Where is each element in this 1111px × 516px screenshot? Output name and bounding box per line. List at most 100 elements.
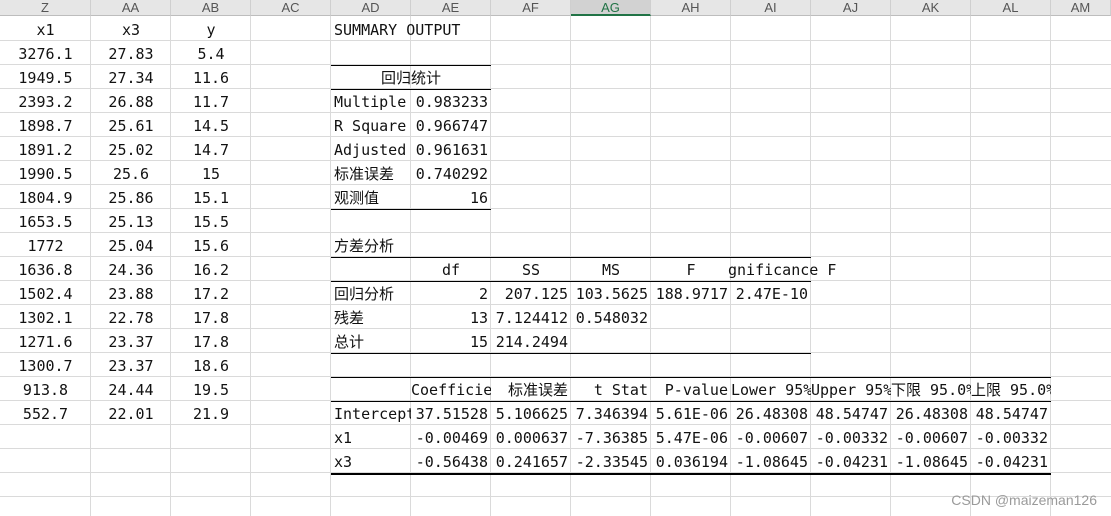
- data-cell[interactable]: 14.7: [171, 138, 251, 162]
- data-cell[interactable]: 913.8: [0, 378, 91, 402]
- column-header-ae[interactable]: AE: [411, 0, 491, 16]
- coef-header-cell[interactable]: [331, 378, 411, 402]
- coef-row-label[interactable]: Intercept: [331, 402, 411, 426]
- data-cell[interactable]: 25.02: [91, 138, 171, 162]
- column-header-ak[interactable]: AK: [891, 0, 971, 16]
- regression-stat-value[interactable]: 0.966747: [411, 114, 491, 138]
- data-cell[interactable]: 1302.1: [0, 306, 91, 330]
- data-cell[interactable]: 1636.8: [0, 258, 91, 282]
- data-header-cell[interactable]: y: [171, 18, 251, 42]
- coef-value[interactable]: -7.36385: [571, 426, 651, 450]
- coef-value[interactable]: -0.00332: [811, 426, 891, 450]
- anova-header-cell[interactable]: gnificance F: [725, 258, 845, 282]
- coef-value[interactable]: 48.54747: [971, 402, 1051, 426]
- coef-value[interactable]: -0.00469: [411, 426, 491, 450]
- coef-value[interactable]: -0.56438: [411, 450, 491, 474]
- data-cell[interactable]: 24.44: [91, 378, 171, 402]
- data-cell[interactable]: 3276.1: [0, 42, 91, 66]
- data-cell[interactable]: 23.37: [91, 354, 171, 378]
- regression-stat-label[interactable]: Multiple: [331, 90, 411, 114]
- anova-row-label[interactable]: 回归分析: [331, 282, 411, 306]
- regression-stat-label[interactable]: Adjusted: [331, 138, 411, 162]
- coef-value[interactable]: 0.036194: [651, 450, 731, 474]
- regression-stat-label[interactable]: 观测值: [331, 186, 411, 210]
- coef-value[interactable]: -0.00607: [891, 426, 971, 450]
- data-cell[interactable]: 14.5: [171, 114, 251, 138]
- coef-header-cell[interactable]: 上限 95.0%: [971, 378, 1051, 402]
- coef-value[interactable]: 5.61E-06: [651, 402, 731, 426]
- data-cell[interactable]: 22.01: [91, 402, 171, 426]
- data-header-cell[interactable]: x3: [91, 18, 171, 42]
- anova-value[interactable]: [651, 330, 731, 354]
- coef-header-cell[interactable]: Upper 95%: [811, 378, 891, 402]
- anova-value[interactable]: [731, 330, 811, 354]
- regression-stat-label[interactable]: R Square: [331, 114, 411, 138]
- data-cell[interactable]: 18.6: [171, 354, 251, 378]
- data-cell[interactable]: 2393.2: [0, 90, 91, 114]
- coef-value[interactable]: -0.00332: [971, 426, 1051, 450]
- anova-row-label[interactable]: 总计: [331, 330, 411, 354]
- column-header-z[interactable]: Z: [0, 0, 91, 16]
- data-cell[interactable]: 1653.5: [0, 210, 91, 234]
- anova-value[interactable]: 0.548032: [571, 306, 651, 330]
- anova-value[interactable]: 214.2494: [491, 330, 571, 354]
- column-header-ag[interactable]: AG: [571, 0, 651, 16]
- coef-header-cell[interactable]: Lower 95%: [731, 378, 811, 402]
- data-cell[interactable]: 25.6: [91, 162, 171, 186]
- column-header-af[interactable]: AF: [491, 0, 571, 16]
- coef-header-cell[interactable]: 下限 95.0%: [891, 378, 971, 402]
- anova-header-cell[interactable]: df: [411, 258, 491, 282]
- data-cell[interactable]: 1949.5: [0, 66, 91, 90]
- coef-value[interactable]: 26.48308: [891, 402, 971, 426]
- data-cell[interactable]: 1990.5: [0, 162, 91, 186]
- data-cell[interactable]: 1891.2: [0, 138, 91, 162]
- column-header-ab[interactable]: AB: [171, 0, 251, 16]
- data-cell[interactable]: 552.7: [0, 402, 91, 426]
- data-cell[interactable]: 27.34: [91, 66, 171, 90]
- anova-header-cell[interactable]: [331, 258, 411, 282]
- regression-stat-value[interactable]: 0.983233: [411, 90, 491, 114]
- coef-value[interactable]: 26.48308: [731, 402, 811, 426]
- coef-value[interactable]: 7.346394: [571, 402, 651, 426]
- coef-value[interactable]: 0.000637: [491, 426, 571, 450]
- coef-header-cell[interactable]: 标准误差: [491, 378, 571, 402]
- data-cell[interactable]: 21.9: [171, 402, 251, 426]
- anova-value[interactable]: [571, 330, 651, 354]
- coef-row-label[interactable]: x1: [331, 426, 411, 450]
- data-cell[interactable]: 1898.7: [0, 114, 91, 138]
- anova-value[interactable]: 2.47E-10: [731, 282, 811, 306]
- coef-value[interactable]: 5.106625: [491, 402, 571, 426]
- anova-value[interactable]: 15: [411, 330, 491, 354]
- anova-value[interactable]: [651, 306, 731, 330]
- anova-value[interactable]: 7.124412: [491, 306, 571, 330]
- coef-value[interactable]: 0.241657: [491, 450, 571, 474]
- column-header-aa[interactable]: AA: [91, 0, 171, 16]
- data-cell[interactable]: 1804.9: [0, 186, 91, 210]
- data-cell[interactable]: 19.5: [171, 378, 251, 402]
- column-header-ah[interactable]: AH: [651, 0, 731, 16]
- regression-stat-value[interactable]: 16: [411, 186, 491, 210]
- coef-value[interactable]: -2.33545: [571, 450, 651, 474]
- data-cell[interactable]: 25.86: [91, 186, 171, 210]
- coef-value[interactable]: -0.04231: [811, 450, 891, 474]
- spreadsheet-grid[interactable]: Z AA AB AC AD AE AF AG AH AI AJ AK AL AM x1 x3 y 3276.1 27…: [0, 0, 1111, 516]
- data-cell[interactable]: 11.7: [171, 90, 251, 114]
- data-cell[interactable]: 15.5: [171, 210, 251, 234]
- data-cell[interactable]: 27.83: [91, 42, 171, 66]
- data-cell[interactable]: 16.2: [171, 258, 251, 282]
- regression-stat-value[interactable]: 0.740292: [411, 162, 491, 186]
- anova-value[interactable]: 103.5625: [571, 282, 651, 306]
- anova-header-cell[interactable]: MS: [571, 258, 651, 282]
- coef-value[interactable]: 48.54747: [811, 402, 891, 426]
- data-cell[interactable]: 25.13: [91, 210, 171, 234]
- coef-header-cell[interactable]: Coefficient: [411, 378, 491, 402]
- anova-header-cell[interactable]: SS: [491, 258, 571, 282]
- data-cell[interactable]: 24.36: [91, 258, 171, 282]
- column-header-ai[interactable]: AI: [731, 0, 811, 16]
- column-header-ac[interactable]: AC: [251, 0, 331, 16]
- column-header-al[interactable]: AL: [971, 0, 1051, 16]
- anova-heading[interactable]: 方差分析: [331, 234, 411, 258]
- data-cell[interactable]: 15: [171, 162, 251, 186]
- data-cell[interactable]: 17.2: [171, 282, 251, 306]
- data-cell[interactable]: 25.04: [91, 234, 171, 258]
